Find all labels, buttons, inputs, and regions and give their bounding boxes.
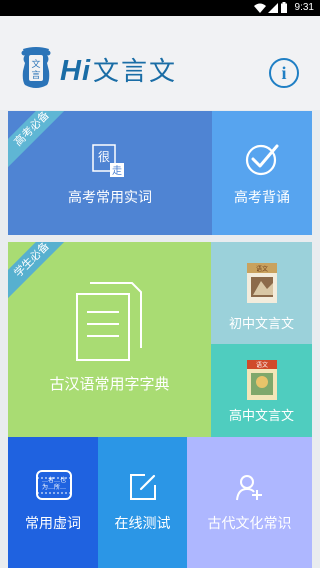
- tile-dictionary-label: 古汉语常用字字典: [49, 375, 170, 393]
- scroll-line-2: 为…所…: [41, 484, 66, 491]
- status-time: 9:31: [294, 2, 314, 13]
- status-bar: 9:31: [0, 0, 320, 16]
- tile-senior-classical[interactable]: 语文 高中文言文: [211, 344, 312, 437]
- senior-textbook-icon: 语文: [247, 360, 277, 400]
- app-title-latin: Hi: [60, 55, 91, 87]
- tile-junior-classical-label: 初中文言文: [228, 317, 294, 332]
- app-title: Hi文言文: [60, 51, 177, 88]
- book-card-icon: 很 走: [92, 144, 128, 180]
- edit-icon: [129, 473, 157, 501]
- tile-senior-classical-label: 高中文言文: [228, 409, 294, 424]
- app-logo: 文 言: [20, 47, 52, 89]
- tile-function-words[interactable]: …者…也 为…所… 常用虚词: [8, 437, 98, 568]
- tile-online-test[interactable]: 在线测试: [98, 437, 187, 568]
- junior-textbook-icon: 语文: [247, 263, 277, 303]
- svg-text:语文: 语文: [256, 361, 268, 369]
- tile-junior-classical[interactable]: 语文 初中文言文: [211, 242, 312, 344]
- battery-icon: [281, 2, 287, 13]
- svg-text:语文: 语文: [256, 265, 268, 273]
- signal-icon: [268, 3, 278, 13]
- scroll-line-1: …者…也: [41, 477, 66, 484]
- tile-gaokao-shici-label: 高考常用实词: [68, 190, 152, 206]
- svg-text:走: 走: [112, 165, 122, 177]
- tile-function-words-label: 常用虚词: [25, 516, 81, 532]
- badge-student: 学生必备: [8, 242, 74, 302]
- documents-icon: [76, 282, 142, 362]
- tile-gaokao-beisong[interactable]: 高考背诵: [212, 111, 312, 235]
- app-title-cn: 文言文: [93, 57, 178, 87]
- tile-gaokao-beisong-label: 高考背诵: [234, 190, 290, 206]
- add-user-icon: [236, 473, 264, 501]
- tile-gaokao-shici[interactable]: 高考必备 很 走 高考常用实词: [8, 111, 212, 235]
- tile-culture-knowledge[interactable]: 古代文化常识: [187, 437, 312, 568]
- svg-text:言: 言: [31, 69, 40, 81]
- tile-dictionary[interactable]: 学生必备 古汉语常用字字典: [8, 242, 211, 437]
- info-button[interactable]: i: [269, 58, 299, 88]
- svg-text:文: 文: [31, 58, 40, 70]
- wifi-icon: [254, 3, 266, 13]
- tile-culture-knowledge-label: 古代文化常识: [207, 516, 292, 532]
- scroll-icon: …者…也 为…所…: [35, 468, 73, 502]
- badge-gaokao: 高考必备: [8, 111, 74, 171]
- check-circle-icon: [244, 142, 280, 178]
- svg-text:很: 很: [98, 150, 110, 164]
- tile-online-test-label: 在线测试: [114, 516, 171, 532]
